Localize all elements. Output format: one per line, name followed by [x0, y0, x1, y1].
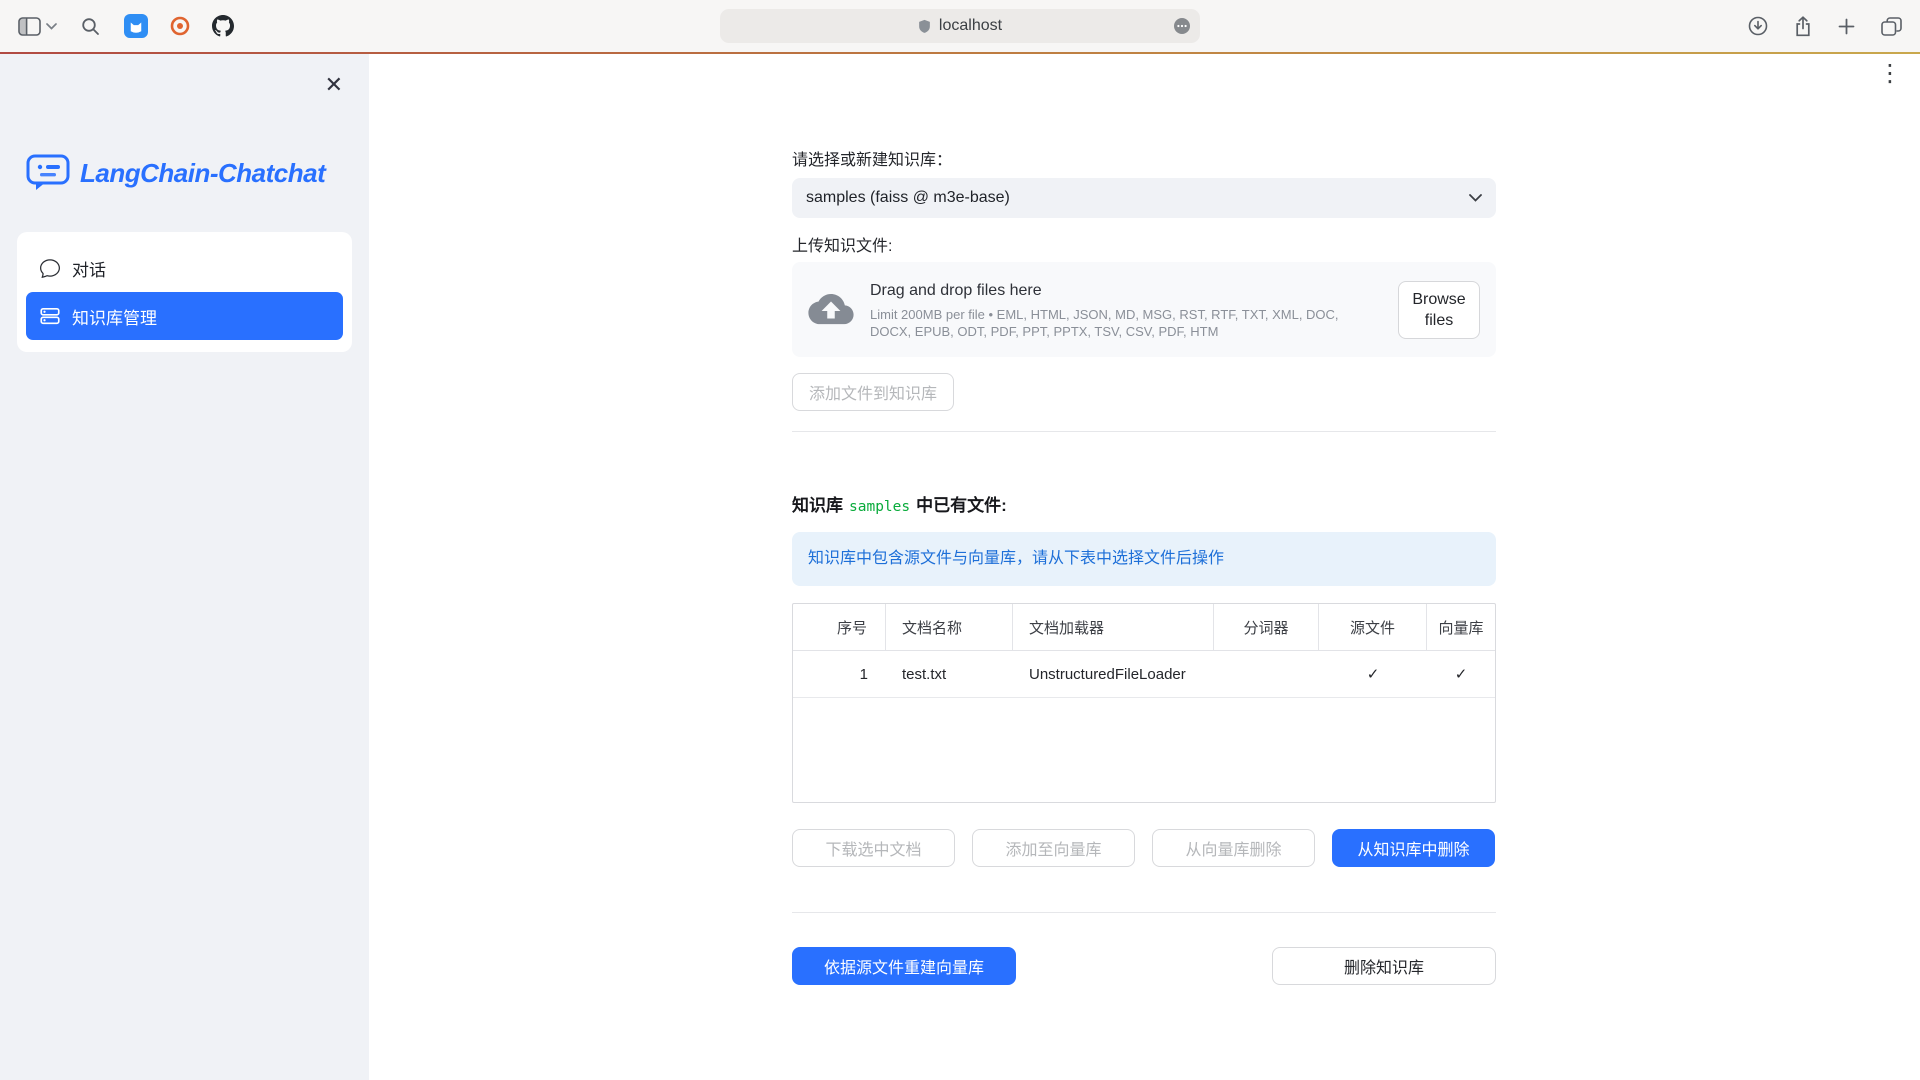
downloads-icon[interactable]	[1748, 16, 1768, 36]
dropzone-title: Drag and drop files here	[870, 280, 1382, 302]
info-alert: 知识库中包含源文件与向量库，请从下表中选择文件后操作	[792, 532, 1496, 586]
tab-overview-icon[interactable]	[1881, 17, 1902, 36]
kb-bottom-actions: 依据源文件重建向量库 删除知识库	[792, 947, 1496, 985]
sidebar-nav: 对话 知识库管理	[17, 232, 352, 352]
divider	[792, 912, 1496, 913]
table-header-vector[interactable]: 向量库	[1427, 604, 1495, 650]
chevron-down-icon	[46, 23, 57, 30]
cell-splitter	[1214, 651, 1319, 697]
app-menu-button[interactable]: ⋮	[1878, 62, 1902, 86]
browse-files-button[interactable]: Browse files	[1398, 281, 1480, 339]
download-selected-button[interactable]: 下载选中文档	[792, 829, 955, 867]
upload-label: 上传知识文件:	[792, 236, 1496, 258]
kb-management-panel: 请选择或新建知识库： samples (faiss @ m3e-base) 上传…	[792, 54, 1496, 985]
delete-from-kb-button[interactable]: 从知识库中删除	[1332, 829, 1495, 867]
app-page: ⋮ ✕ LangChain-Chatchat	[0, 54, 1920, 1080]
app-logo: LangChain-Chatchat	[26, 154, 369, 192]
logo-text: LangChain-Chatchat	[80, 158, 325, 189]
chevron-down-icon	[1469, 194, 1482, 202]
cell-vector-check: ✓	[1427, 651, 1495, 697]
extension-orange-icon[interactable]	[168, 14, 192, 38]
search-button[interactable]	[81, 17, 100, 36]
sidebar-item-label: 知识库管理	[72, 304, 157, 329]
sidebar-item-kb-management[interactable]: 知识库管理	[26, 292, 343, 340]
kb-select-value: samples (faiss @ m3e-base)	[806, 189, 1010, 207]
rebuild-vector-store-button[interactable]: 依据源文件重建向量库	[792, 947, 1016, 985]
github-extension-icon[interactable]	[212, 15, 234, 37]
address-bar[interactable]: localhost	[720, 9, 1200, 43]
new-tab-icon[interactable]	[1838, 18, 1855, 35]
table-header-filename[interactable]: 文档名称	[886, 604, 1013, 650]
sidebar: ✕ LangChain-Chatchat 对	[0, 54, 369, 1080]
url-text: localhost	[939, 17, 1002, 35]
divider	[792, 431, 1496, 432]
dropzone-text: Drag and drop files here Limit 200MB per…	[870, 280, 1382, 340]
cell-index: 1	[793, 651, 886, 697]
table-header-source[interactable]: 源文件	[1319, 604, 1427, 650]
table-header-splitter[interactable]: 分词器	[1214, 604, 1319, 650]
kb-select[interactable]: samples (faiss @ m3e-base)	[792, 178, 1496, 218]
cloud-upload-icon	[808, 294, 854, 326]
kb-select-label: 请选择或新建知识库：	[792, 150, 1496, 172]
remove-from-vector-button[interactable]: 从向量库删除	[1152, 829, 1315, 867]
add-files-to-kb-button[interactable]: 添加文件到知识库	[792, 373, 954, 411]
browser-toolbar: localhost	[0, 0, 1920, 52]
dropzone-limit: Limit 200MB per file • EML, HTML, JSON, …	[870, 306, 1382, 340]
sidebar-panel-icon	[18, 17, 41, 36]
kb-heading-suffix: 中已有文件:	[916, 496, 1007, 515]
search-icon	[81, 17, 100, 36]
table-header-index[interactable]: 序号	[793, 604, 886, 650]
table-row[interactable]: 1 test.txt UnstructuredFileLoader ✓ ✓	[793, 651, 1495, 698]
file-actions-row: 下载选中文档 添加至向量库 从向量库删除 从知识库中删除	[792, 829, 1496, 867]
sidebar-item-chat[interactable]: 对话	[26, 244, 343, 292]
privacy-shield-icon	[918, 19, 931, 34]
cell-source-check: ✓	[1319, 651, 1427, 697]
sidebar-item-label: 对话	[72, 256, 106, 281]
chat-icon	[40, 258, 60, 278]
page-settings-icon[interactable]	[1173, 17, 1191, 35]
extension-blue-icon[interactable]	[124, 14, 148, 38]
file-dropzone[interactable]: Drag and drop files here Limit 200MB per…	[792, 262, 1496, 357]
delete-kb-button[interactable]: 删除知识库	[1272, 947, 1496, 985]
table-header-loader[interactable]: 文档加载器	[1013, 604, 1214, 650]
kb-files-heading: 知识库 samples 中已有文件:	[792, 494, 1496, 519]
cell-loader: UnstructuredFileLoader	[1013, 651, 1214, 697]
kb-heading-prefix: 知识库	[792, 496, 843, 515]
add-to-vector-store-button[interactable]: 添加至向量库	[972, 829, 1135, 867]
logo-bubble-icon	[26, 154, 70, 192]
kb-files-table[interactable]: 序号 文档名称 文档加载器 分词器 源文件 向量库 1 test.txt Uns…	[792, 603, 1496, 803]
sidebar-close-button[interactable]: ✕	[325, 72, 343, 98]
kb-name-code: samples	[849, 499, 910, 515]
hdd-stack-icon	[40, 306, 60, 326]
table-header-row: 序号 文档名称 文档加载器 分词器 源文件 向量库	[793, 604, 1495, 651]
share-icon[interactable]	[1794, 16, 1812, 37]
cell-filename: test.txt	[886, 651, 1013, 697]
sidebar-toggle-button[interactable]	[18, 17, 57, 36]
